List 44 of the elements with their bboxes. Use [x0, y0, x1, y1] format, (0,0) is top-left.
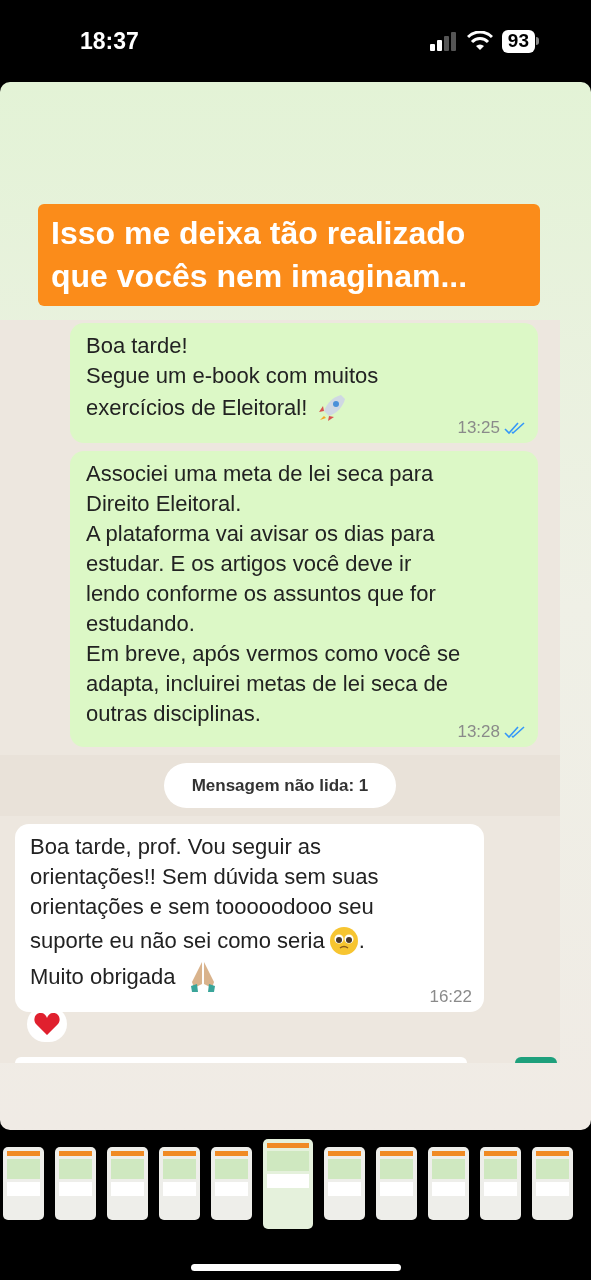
- status-time: 18:37: [80, 26, 139, 56]
- pleading-face-icon: [328, 926, 359, 956]
- caption-text: Isso me deixa tão realizado: [51, 214, 467, 253]
- message-text: outras disciplinas.: [86, 700, 261, 728]
- story-thumbnail[interactable]: [376, 1147, 417, 1220]
- message-text: orientações!! Sem dúvida sem suas: [30, 863, 379, 891]
- story-thumbnail[interactable]: [480, 1147, 521, 1220]
- caption-text: que vocês nem imaginam...: [51, 257, 469, 296]
- story-thumbnail[interactable]: [107, 1147, 148, 1220]
- story-thumbnail[interactable]: [55, 1147, 96, 1220]
- message-text: Boa tarde, prof. Vou seguir as: [30, 833, 322, 861]
- story-thumbnail[interactable]: [263, 1138, 313, 1229]
- story-thumbnail[interactable]: [211, 1147, 252, 1220]
- signal-icon: [429, 31, 458, 51]
- message-text: orientações e sem tooooodooo seu: [30, 893, 374, 921]
- message-text: Boa tarde!: [86, 332, 188, 360]
- wifi-icon: [466, 31, 493, 51]
- story-thumbnail[interactable]: [3, 1147, 44, 1220]
- message-text: A plataforma vai avisar os dias para: [86, 520, 435, 548]
- story-thumbnail[interactable]: [324, 1147, 365, 1220]
- message-text: Associei uma meta de lei seca para: [86, 460, 434, 488]
- message-text: Em breve, após vermos como você se: [86, 640, 461, 668]
- message-text: Direito Eleitoral.: [86, 490, 242, 518]
- scroll-button[interactable]: [515, 1057, 557, 1063]
- battery-indicator: 93: [501, 29, 535, 53]
- heart-icon: [34, 1012, 60, 1036]
- message-text: adapta, incluirei metas de lei seca de: [86, 670, 448, 698]
- message-text: exercícios de Eleitoral!: [86, 394, 308, 422]
- double-check-icon: [504, 421, 526, 435]
- story-thumbnail[interactable]: [428, 1147, 469, 1220]
- message-time: 13:28: [457, 721, 500, 743]
- message-text: .: [358, 927, 365, 955]
- message-text: Muito obrigada: [30, 963, 176, 991]
- story-thumbnail[interactable]: [159, 1147, 200, 1220]
- message-text: Segue um e-book com muitos: [86, 362, 379, 390]
- double-check-icon: [504, 725, 526, 739]
- message-text: estudar. E os artigos você deve ir: [86, 550, 412, 578]
- message-time: 16:22: [429, 986, 472, 1008]
- message-time: 13:25: [457, 417, 500, 439]
- story-thumbnail[interactable]: [532, 1147, 573, 1220]
- unread-pill: Mensagem não lida: 1: [163, 763, 397, 808]
- message-text: lendo conforme os assuntos que for: [86, 580, 436, 608]
- message-text: suporte eu não sei como seria: [30, 927, 325, 955]
- message-text: estudando.: [86, 610, 195, 638]
